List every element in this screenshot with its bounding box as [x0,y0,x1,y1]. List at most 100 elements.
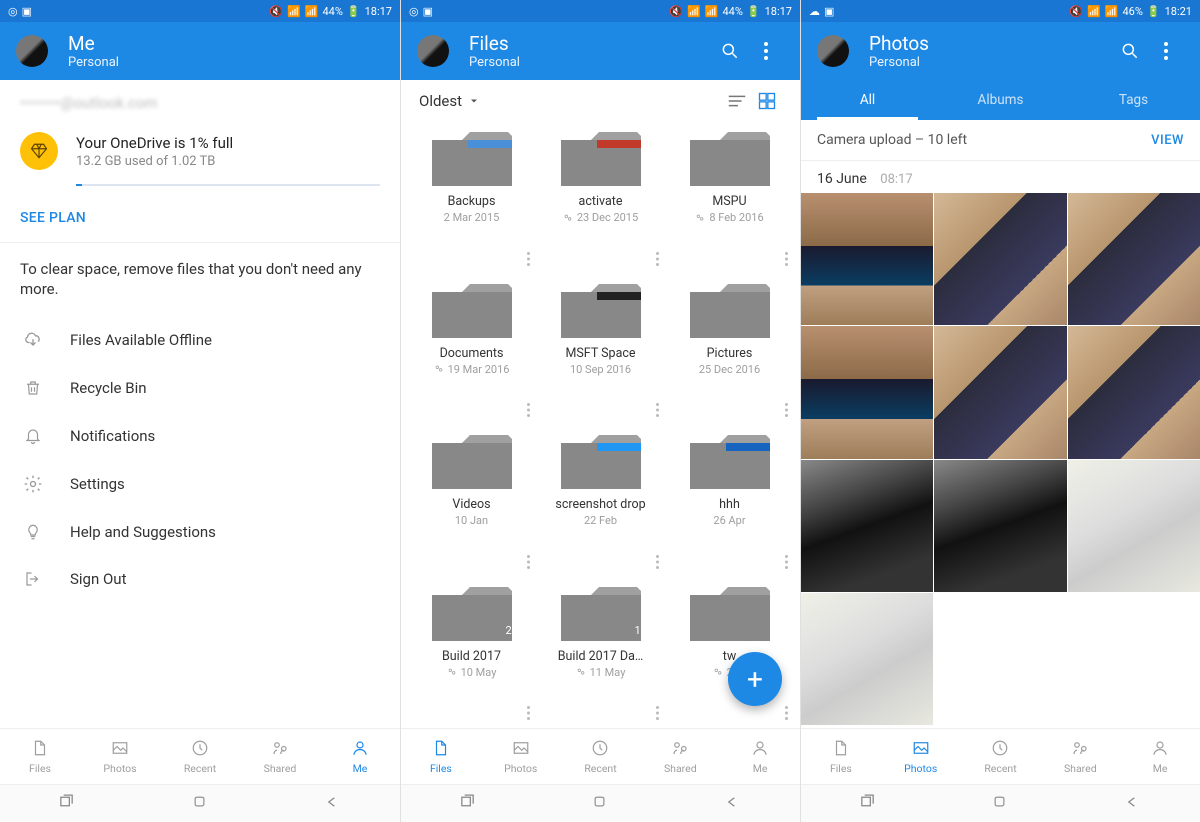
recent-icon [191,739,209,760]
view-list-icon[interactable] [722,90,752,112]
folder-menu-icon[interactable] [656,705,659,724]
tab-me[interactable]: Me [320,729,400,784]
folder-menu-icon[interactable] [656,554,659,573]
recents-icon[interactable] [859,793,876,814]
folder-menu-icon[interactable] [527,402,530,421]
tab-files[interactable]: Files [0,729,80,784]
photo-thumb[interactable] [801,593,933,725]
photo-thumb[interactable] [934,460,1066,592]
folder-item[interactable]: 4 MSPU 8 Feb 2016 [665,122,794,274]
folder-menu-icon[interactable] [656,251,659,270]
shared-icon [421,315,433,334]
overflow-menu-icon[interactable] [1148,42,1184,60]
folder-item[interactable]: 1 tw 24… [665,577,794,729]
tip-text: To clear space, remove files that you do… [0,243,400,316]
tab-photos[interactable]: Photos [881,729,961,784]
recents-icon[interactable] [459,793,476,814]
folder-menu-icon[interactable] [527,705,530,724]
folder-menu-icon[interactable] [785,705,788,724]
folder-menu-icon[interactable] [656,402,659,421]
folder-menu-icon[interactable] [785,554,788,573]
tab-shared[interactable]: Shared [640,729,720,784]
see-plan-button[interactable]: SEE PLAN [0,196,400,243]
me-item-signout[interactable]: Sign Out [0,556,400,602]
folder-item[interactable]: 287 Build 2017 10 May [407,577,536,729]
avatar[interactable] [16,35,48,67]
folder-item[interactable]: 199 Build 2017 Da… 11 May [536,577,665,729]
folder-icon: 5 [669,433,790,491]
photo-thumb[interactable] [1068,193,1200,325]
overflow-menu-icon[interactable] [748,42,784,60]
photo-tab-all[interactable]: All [801,80,934,120]
photo-thumb[interactable] [801,326,933,458]
tab-photos[interactable]: Photos [481,729,561,784]
me-item-cloud-down[interactable]: Files Available Offline [0,316,400,364]
tab-recent[interactable]: Recent [961,729,1041,784]
back-icon[interactable] [324,794,342,813]
folder-menu-icon[interactable] [527,554,530,573]
fab-add-button[interactable]: + [728,652,782,706]
tab-recent[interactable]: Recent [160,729,240,784]
recents-icon[interactable] [58,793,75,814]
folder-date: 10 Jan [411,514,532,527]
photo-thumb[interactable] [801,193,933,325]
folder-item[interactable]: 9 activate 23 Dec 2015 [536,122,665,274]
photo-thumb[interactable] [1068,460,1200,592]
folder-name: hhh [669,497,790,512]
storage-row[interactable]: Your OneDrive is 1% full 13.2 GB used of… [0,118,400,176]
folder-menu-icon[interactable] [527,251,530,270]
folder-menu-icon[interactable] [785,251,788,270]
avatar[interactable] [817,35,849,67]
folder-name: Backups [411,194,532,209]
folder-item[interactable]: 1 Videos 10 Jan [407,425,536,577]
back-icon[interactable] [724,794,742,813]
home-icon[interactable] [592,794,607,813]
view-grid-icon[interactable] [752,91,782,111]
home-icon[interactable] [192,794,207,813]
folder-menu-icon[interactable] [785,402,788,421]
tab-photos[interactable]: Photos [80,729,160,784]
tab-label: Photos [904,762,937,775]
photo-thumb[interactable] [934,326,1066,458]
view-link[interactable]: VIEW [1151,133,1184,148]
me-item-label: Help and Suggestions [70,523,216,541]
tab-bar: Files Photos RecentSharedMe [801,728,1200,784]
photo-thumb[interactable] [801,460,933,592]
sort-button[interactable]: Oldest [419,92,480,110]
folder-name: MSFT Space [540,346,661,361]
folder-item[interactable]: 5 hhh 26 Apr [665,425,794,577]
folder-count: 1 [518,472,524,485]
me-item-bulb[interactable]: Help and Suggestions [0,508,400,556]
search-icon[interactable] [1112,41,1148,61]
me-item-bell[interactable]: Notifications [0,412,400,460]
tab-label: Photos [504,762,537,775]
me-item-trash[interactable]: Recycle Bin [0,364,400,412]
home-icon[interactable] [992,794,1007,813]
folder-name: Documents [411,346,532,361]
avatar[interactable] [417,35,449,67]
tab-me[interactable]: Me [720,729,800,784]
shared-icon [679,163,691,182]
search-icon[interactable] [712,41,748,61]
app-bar: Files Personal [401,22,800,80]
back-icon[interactable] [1124,794,1142,813]
tab-shared[interactable]: Shared [1040,729,1120,784]
tab-recent[interactable]: Recent [561,729,641,784]
tab-files[interactable]: Files [801,729,881,784]
folder-item[interactable]: 1 screenshot drop 22 Feb [536,425,665,577]
folder-item[interactable]: 1 MSFT Space 10 Sep 2016 [536,274,665,426]
folder-item[interactable]: 1 Pictures 25 Dec 2016 [665,274,794,426]
folder-item[interactable]: 9 Backups 2 Mar 2015 [407,122,536,274]
photo-tab-tags[interactable]: Tags [1067,80,1200,120]
photo-thumb[interactable] [1068,326,1200,458]
tab-files[interactable]: Files [401,729,481,784]
photo-thumb[interactable] [934,193,1066,325]
upload-row[interactable]: Camera upload – 10 left VIEW [801,120,1200,161]
time-text: 18:17 [765,5,792,18]
me-item-gear[interactable]: Settings [0,460,400,508]
photo-tab-albums[interactable]: Albums [934,80,1067,120]
folder-item[interactable]: 7 Documents 19 Mar 2016 [407,274,536,426]
tab-shared[interactable]: Shared [240,729,320,784]
tab-me[interactable]: Me [1120,729,1200,784]
recent-icon [591,739,609,760]
